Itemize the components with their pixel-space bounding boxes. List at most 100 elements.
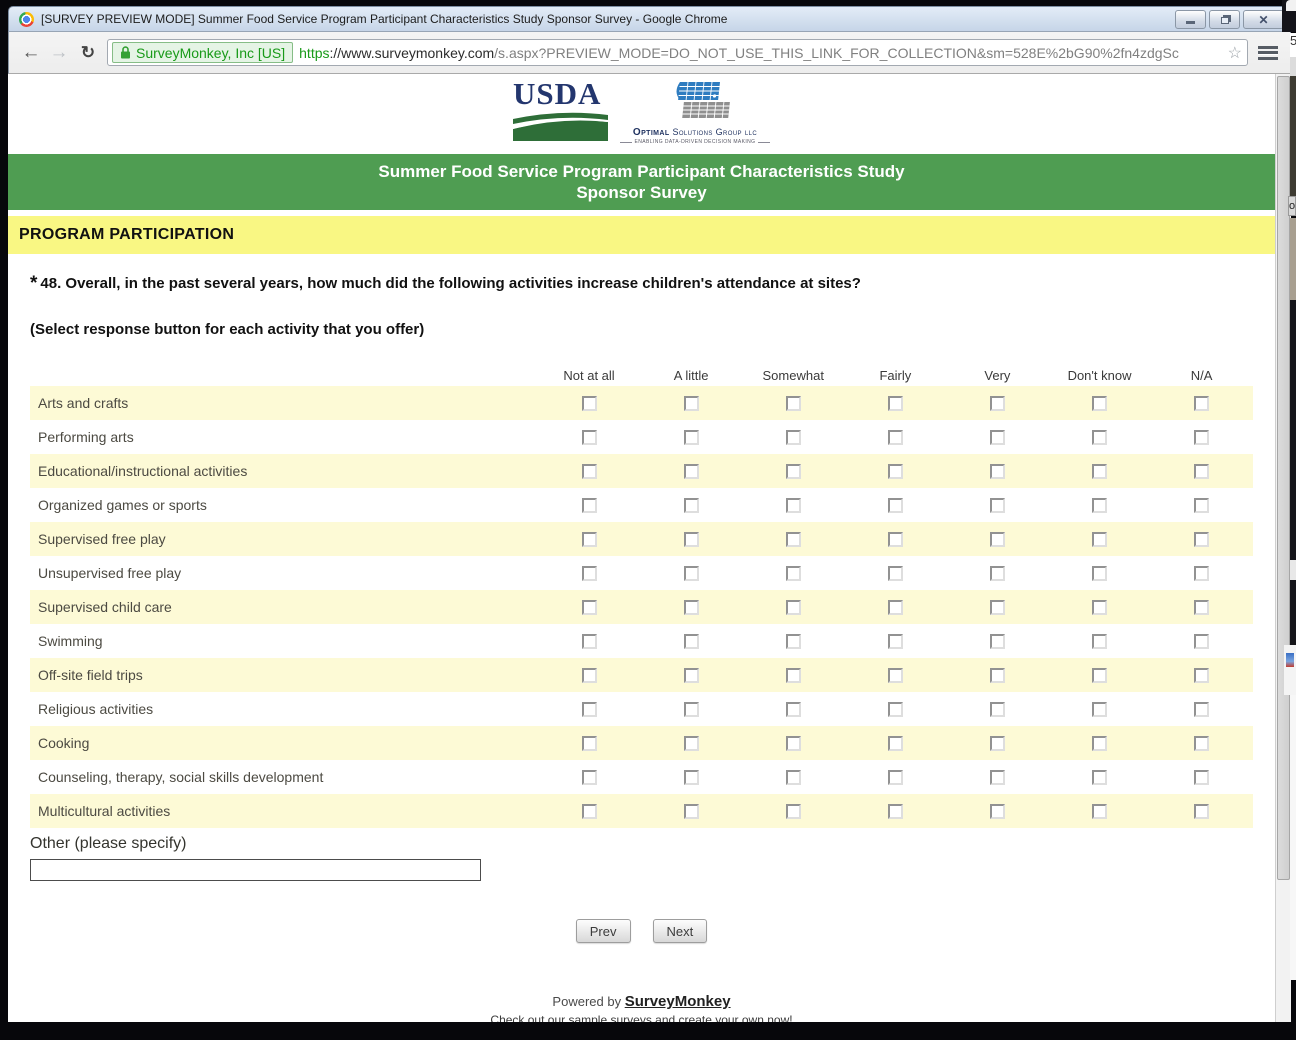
response-checkbox[interactable] [1194,566,1209,581]
response-checkbox[interactable] [786,770,801,785]
response-checkbox[interactable] [582,736,597,751]
response-checkbox[interactable] [786,498,801,513]
response-checkbox[interactable] [888,532,903,547]
response-checkbox[interactable] [684,396,699,411]
vertical-scrollbar[interactable] [1275,74,1291,1022]
response-checkbox[interactable] [582,464,597,479]
response-checkbox[interactable] [684,498,699,513]
response-checkbox[interactable] [990,464,1005,479]
response-checkbox[interactable] [1194,532,1209,547]
response-checkbox[interactable] [1194,498,1209,513]
response-checkbox[interactable] [990,770,1005,785]
response-checkbox[interactable] [1092,668,1107,683]
response-checkbox[interactable] [684,770,699,785]
response-checkbox[interactable] [582,532,597,547]
back-icon[interactable]: ← [17,43,45,62]
response-checkbox[interactable] [1194,464,1209,479]
response-checkbox[interactable] [582,600,597,615]
response-checkbox[interactable] [1194,702,1209,717]
response-checkbox[interactable] [684,702,699,717]
restore-button[interactable] [1209,10,1240,29]
response-checkbox[interactable] [786,736,801,751]
surveymonkey-link[interactable]: SurveyMonkey [625,993,731,1010]
response-checkbox[interactable] [990,736,1005,751]
response-checkbox[interactable] [684,804,699,819]
reload-icon[interactable]: ↻ [73,43,103,63]
response-checkbox[interactable] [684,532,699,547]
other-specify-input[interactable] [30,859,481,881]
response-checkbox[interactable] [786,430,801,445]
response-checkbox[interactable] [1092,770,1107,785]
response-checkbox[interactable] [1194,668,1209,683]
response-checkbox[interactable] [990,702,1005,717]
response-checkbox[interactable] [582,634,597,649]
response-checkbox[interactable] [1092,532,1107,547]
response-checkbox[interactable] [990,566,1005,581]
response-checkbox[interactable] [582,702,597,717]
prev-button[interactable]: Prev [576,919,631,943]
response-checkbox[interactable] [888,430,903,445]
response-checkbox[interactable] [1194,600,1209,615]
response-checkbox[interactable] [684,634,699,649]
response-checkbox[interactable] [582,804,597,819]
response-checkbox[interactable] [786,396,801,411]
minimize-button[interactable] [1175,10,1206,29]
response-checkbox[interactable] [684,566,699,581]
response-checkbox[interactable] [582,396,597,411]
response-checkbox[interactable] [1092,702,1107,717]
response-checkbox[interactable] [1092,600,1107,615]
response-checkbox[interactable] [888,396,903,411]
response-checkbox[interactable] [786,464,801,479]
response-checkbox[interactable] [888,668,903,683]
response-checkbox[interactable] [1092,396,1107,411]
response-checkbox[interactable] [990,634,1005,649]
response-checkbox[interactable] [786,566,801,581]
response-checkbox[interactable] [1092,804,1107,819]
response-checkbox[interactable] [1092,736,1107,751]
response-checkbox[interactable] [990,804,1005,819]
response-checkbox[interactable] [786,804,801,819]
response-checkbox[interactable] [1194,770,1209,785]
response-checkbox[interactable] [582,668,597,683]
window-titlebar[interactable]: [SURVEY PREVIEW MODE] Summer Food Servic… [8,6,1291,32]
response-checkbox[interactable] [684,430,699,445]
response-checkbox[interactable] [990,396,1005,411]
response-checkbox[interactable] [888,804,903,819]
response-checkbox[interactable] [684,464,699,479]
response-checkbox[interactable] [1194,396,1209,411]
next-button[interactable]: Next [653,919,708,943]
address-bar[interactable]: SurveyMonkey, Inc [US] https://www.surve… [107,39,1248,66]
sample-surveys-link[interactable]: sample surveys [568,1013,651,1022]
response-checkbox[interactable] [1092,464,1107,479]
response-checkbox[interactable] [990,532,1005,547]
response-checkbox[interactable] [990,498,1005,513]
ev-certificate-badge[interactable]: SurveyMonkey, Inc [US] [112,42,293,63]
response-checkbox[interactable] [888,498,903,513]
response-checkbox[interactable] [786,634,801,649]
response-checkbox[interactable] [786,600,801,615]
response-checkbox[interactable] [786,532,801,547]
response-checkbox[interactable] [786,702,801,717]
response-checkbox[interactable] [1092,498,1107,513]
response-checkbox[interactable] [888,600,903,615]
response-checkbox[interactable] [888,464,903,479]
response-checkbox[interactable] [990,430,1005,445]
response-checkbox[interactable] [684,668,699,683]
response-checkbox[interactable] [1194,634,1209,649]
response-checkbox[interactable] [1194,804,1209,819]
response-checkbox[interactable] [888,702,903,717]
response-checkbox[interactable] [1092,430,1107,445]
response-checkbox[interactable] [1092,566,1107,581]
chrome-menu-icon[interactable] [1258,46,1278,60]
close-button[interactable]: ✕ [1243,10,1284,29]
response-checkbox[interactable] [1194,736,1209,751]
response-checkbox[interactable] [1194,430,1209,445]
response-checkbox[interactable] [990,668,1005,683]
response-checkbox[interactable] [990,600,1005,615]
response-checkbox[interactable] [684,600,699,615]
response-checkbox[interactable] [582,770,597,785]
bookmark-star-icon[interactable]: ☆ [1225,43,1242,63]
response-checkbox[interactable] [786,668,801,683]
response-checkbox[interactable] [888,736,903,751]
response-checkbox[interactable] [582,566,597,581]
